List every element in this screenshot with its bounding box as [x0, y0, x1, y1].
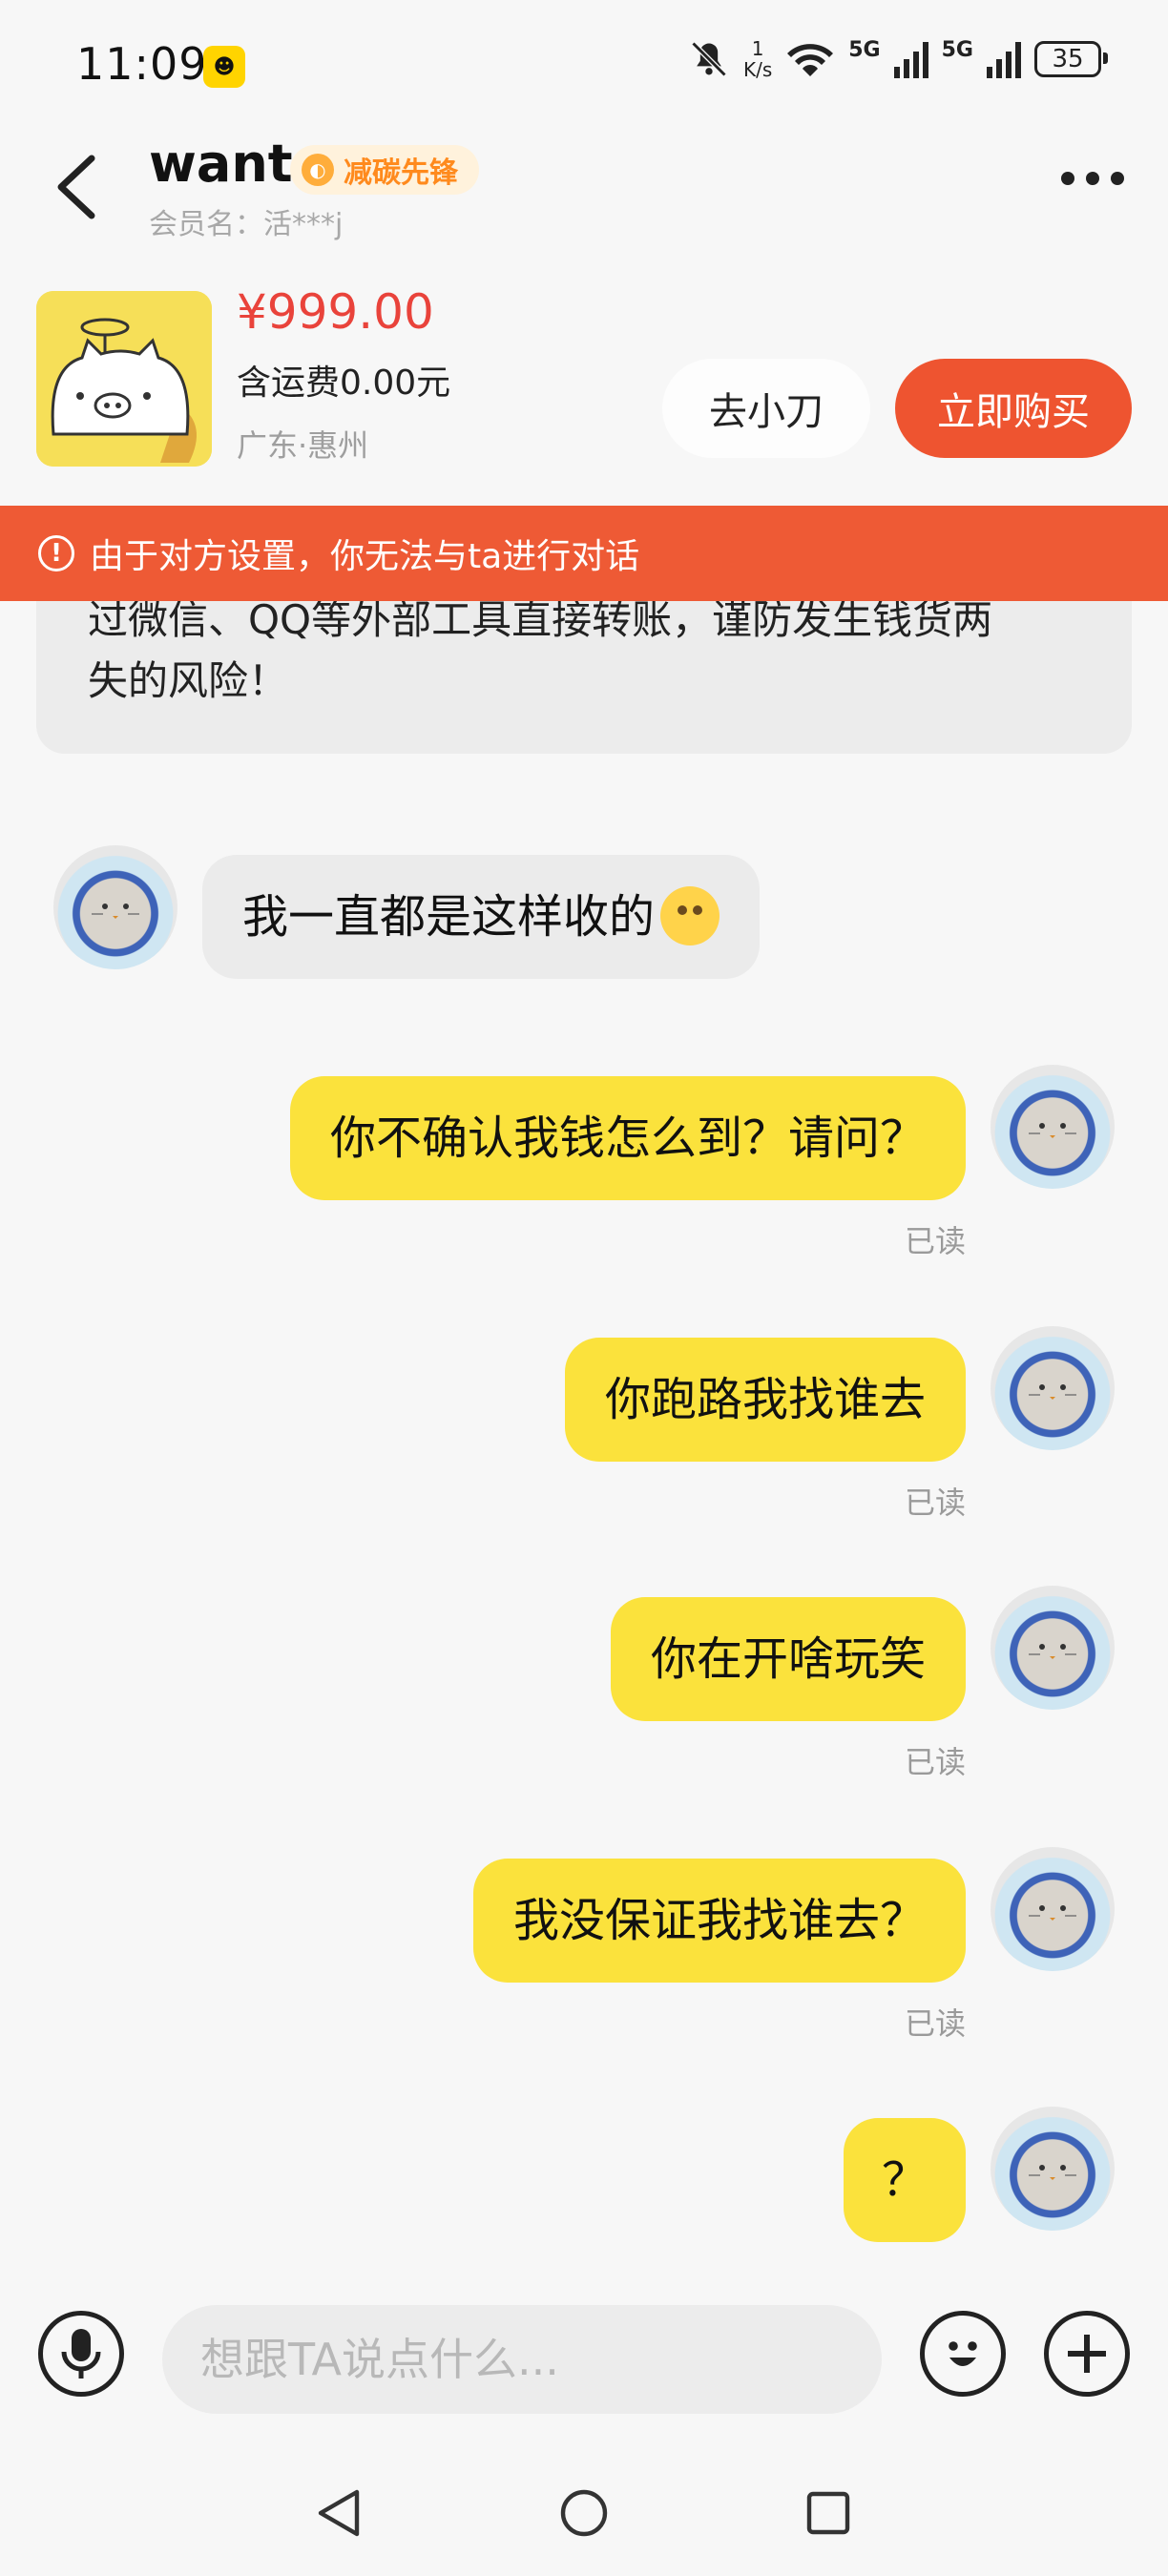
pig-cat-illustration — [36, 291, 212, 467]
battery-icon: 35 — [1034, 41, 1108, 77]
plus-icon[interactable] — [1044, 2311, 1130, 2397]
leaf-icon: ◐ — [302, 154, 334, 186]
seller-avatar[interactable] — [53, 845, 177, 969]
mic-icon[interactable] — [38, 2311, 124, 2397]
more-icon[interactable] — [1061, 172, 1124, 185]
my-avatar[interactable] — [991, 2107, 1115, 2231]
warning-banner: ! 由于对方设置，你无法与ta进行对话 — [0, 506, 1168, 601]
read-receipt: 已读 — [904, 2005, 966, 2042]
read-receipt: 已读 — [904, 1744, 966, 1780]
message-bubble-outgoing: 你在开啥玩笑 — [610, 1597, 966, 1721]
user-badge: ◐ 减碳先锋 — [290, 145, 479, 195]
network-speed: 1 K/s — [742, 37, 773, 81]
message-bubble-outgoing: 我没保证我找谁去？ — [472, 1859, 966, 1983]
cat-face-icon — [1029, 1384, 1076, 1400]
message-bubble-outgoing: 你不确认我钱怎么到？请问？ — [289, 1076, 966, 1200]
product-price: ¥999.00 — [237, 284, 434, 340]
member-name: 会员名：活***j — [149, 208, 344, 241]
cat-face-icon — [1029, 2165, 1076, 2180]
signal-icon — [893, 40, 928, 78]
status-icons: 1 K/s 5G 5G 35 — [688, 37, 1108, 81]
cat-face-icon — [1029, 1644, 1076, 1659]
nav-home-icon[interactable] — [559, 2488, 609, 2538]
emoji-icon[interactable] — [920, 2311, 1006, 2397]
warning-text: 由于对方设置，你无法与ta进行对话 — [90, 537, 640, 576]
back-icon[interactable] — [50, 153, 107, 221]
product-thumbnail[interactable] — [36, 291, 212, 467]
message-input[interactable] — [162, 2305, 882, 2414]
bargain-button[interactable]: 去小刀 — [662, 359, 870, 458]
cat-face-icon — [1029, 1123, 1076, 1138]
read-receipt: 已读 — [904, 1485, 966, 1521]
wifi-icon — [787, 44, 834, 76]
notice-line-2: 失的风险！ — [88, 657, 289, 704]
nav-recents-icon[interactable] — [805, 2490, 851, 2536]
my-avatar[interactable] — [991, 1586, 1115, 1710]
buy-now-button[interactable]: 立即购买 — [895, 359, 1132, 458]
my-avatar[interactable] — [991, 1326, 1115, 1450]
signal-icon-2 — [987, 40, 1021, 78]
app-notification-icon: ☻ — [203, 46, 245, 88]
network-type-2: 5G — [941, 38, 973, 62]
nav-back-icon[interactable] — [315, 2488, 363, 2538]
message-bubble-incoming: 我一直都是这样收的 — [202, 855, 761, 979]
message-bubble-outgoing: ？ — [843, 2118, 966, 2242]
status-time: 11:09 — [76, 38, 208, 90]
read-receipt: 已读 — [904, 1223, 966, 1259]
cat-face-icon — [92, 904, 139, 919]
network-type-1: 5G — [848, 38, 881, 62]
my-avatar[interactable] — [991, 1847, 1115, 1971]
message-bubble-outgoing: 你跑路我找谁去 — [564, 1338, 966, 1462]
my-avatar[interactable] — [991, 1065, 1115, 1189]
alert-icon: ! — [38, 535, 74, 571]
shipping-fee: 含运费0.00元 — [237, 364, 451, 403]
chat-title: want — [149, 134, 293, 194]
smile-emoji-icon — [660, 886, 720, 945]
product-location: 广东·惠州 — [237, 427, 369, 464]
notification-muted-icon — [691, 41, 727, 77]
cat-face-icon — [1029, 1905, 1076, 1921]
